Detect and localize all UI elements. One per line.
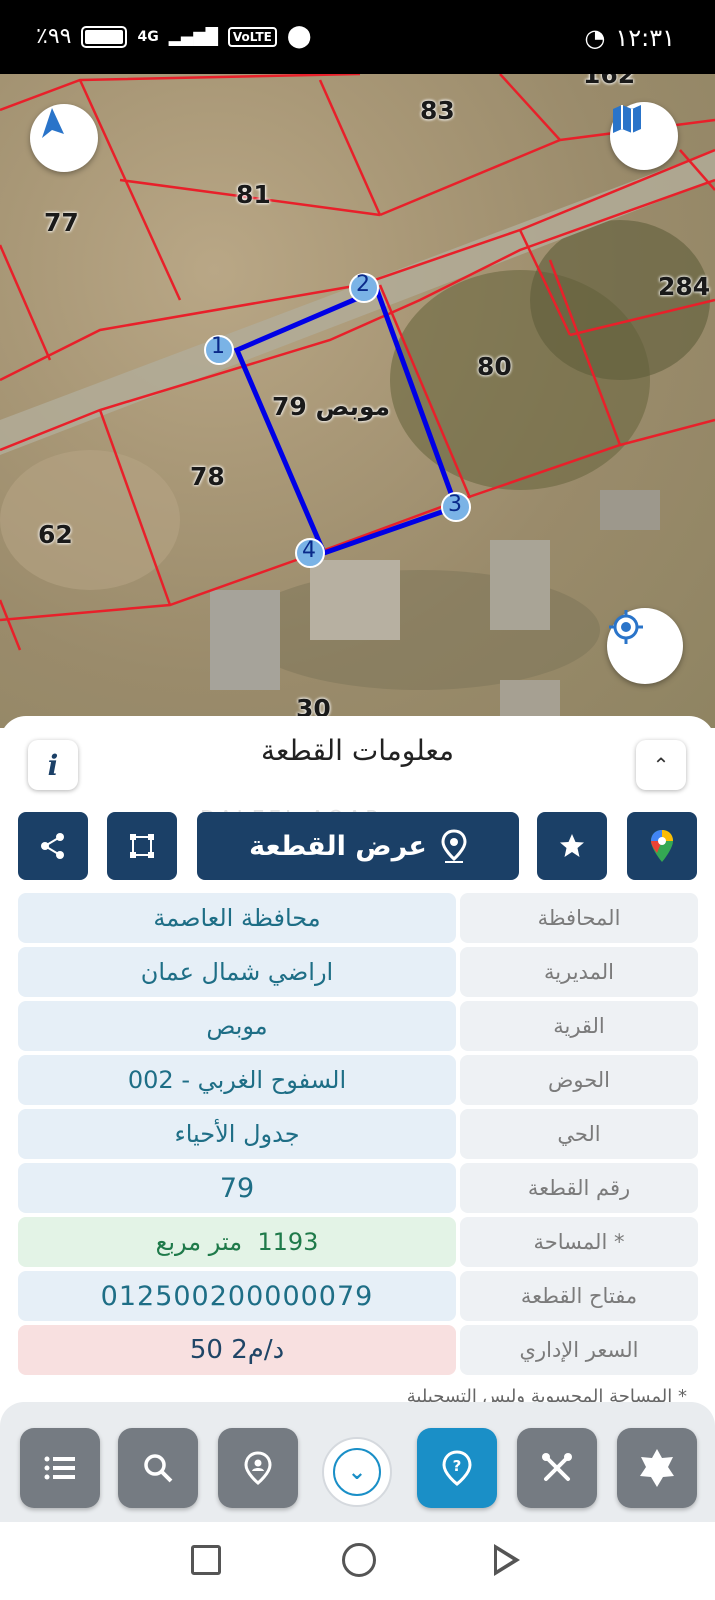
chevron-down-icon: ⌄ bbox=[347, 1459, 367, 1485]
row-label: القرية bbox=[460, 1001, 698, 1051]
parcel-number: 81 bbox=[236, 180, 271, 209]
row-label: السعر الإداري bbox=[460, 1325, 698, 1375]
row-value: 1193 متر مربع bbox=[18, 1217, 456, 1267]
parcel-number: 78 bbox=[190, 462, 225, 491]
location-pin-icon bbox=[441, 829, 467, 863]
search-button[interactable] bbox=[118, 1428, 198, 1508]
info-row-parcel-number: 79 رقم القطعة bbox=[18, 1163, 698, 1213]
expand-toolbar-button[interactable]: ⌄ bbox=[322, 1437, 392, 1507]
row-value: جدول الأحياء bbox=[18, 1109, 456, 1159]
row-value: موبص bbox=[18, 1001, 456, 1051]
battery-percent: ٪٩٩ bbox=[36, 24, 72, 49]
info-row-parcel-key: 012500200000079 مفتاح القطعة bbox=[18, 1271, 698, 1321]
location-status-icon: ⬤ bbox=[286, 24, 312, 49]
compass-icon bbox=[42, 108, 64, 138]
parcel-number: 284 bbox=[658, 272, 711, 301]
network-type: 4G bbox=[137, 28, 159, 45]
info-row-basin: السفوح الغربي - 002 الحوض bbox=[18, 1055, 698, 1105]
google-maps-icon bbox=[651, 830, 673, 862]
share-icon bbox=[41, 833, 64, 859]
polygon-button[interactable] bbox=[107, 812, 177, 880]
info-row-village: موبص القرية bbox=[18, 1001, 698, 1051]
search-icon bbox=[144, 1454, 173, 1483]
parcel-number: 83 bbox=[420, 96, 455, 125]
info-button[interactable]: i bbox=[28, 740, 78, 790]
map-layers-button[interactable] bbox=[610, 102, 678, 170]
list-icon bbox=[44, 1456, 75, 1480]
info-row-governorate: محافظة العاصمة المحافظة bbox=[18, 893, 698, 943]
row-value: 012500200000079 bbox=[18, 1271, 456, 1321]
row-label: مفتاح القطعة bbox=[460, 1271, 698, 1321]
compass-button[interactable] bbox=[30, 104, 98, 172]
row-value: السفوح الغربي - 002 bbox=[18, 1055, 456, 1105]
parcel-query-button[interactable]: ? bbox=[417, 1428, 497, 1508]
panel-title: معلومات القطعة bbox=[261, 734, 454, 767]
row-label: المديرية bbox=[460, 947, 698, 997]
collapse-panel-button[interactable]: ⌃ bbox=[636, 740, 686, 790]
favorite-button[interactable] bbox=[537, 812, 607, 880]
home-button[interactable] bbox=[342, 1543, 376, 1577]
parcel-number: 62 bbox=[38, 520, 73, 549]
svg-text:?: ? bbox=[453, 1457, 462, 1475]
google-maps-button[interactable] bbox=[627, 812, 697, 880]
tools-button[interactable] bbox=[517, 1428, 597, 1508]
selected-parcel-label: موبص 79 bbox=[272, 392, 391, 421]
help-pin-icon: ? bbox=[442, 1450, 472, 1486]
badge-star-icon bbox=[640, 1449, 674, 1487]
row-value: محافظة العاصمة bbox=[18, 893, 456, 943]
info-row-directorate: اراضي شمال عمان المديرية bbox=[18, 947, 698, 997]
row-value: 79 bbox=[18, 1163, 456, 1213]
parcel-number: 77 bbox=[44, 208, 79, 237]
list-button[interactable] bbox=[20, 1428, 100, 1508]
system-navigation-bar bbox=[0, 1522, 715, 1600]
status-bar: ٪٩٩ 4G ▂▄▆█ VoLTE ⬤ ◔ ١٢:٣١ bbox=[0, 0, 715, 74]
corner-label: 4 bbox=[302, 538, 316, 563]
recent-apps-button[interactable] bbox=[191, 1545, 221, 1575]
person-location-button[interactable] bbox=[218, 1428, 298, 1508]
parcel-number: 80 bbox=[477, 352, 512, 381]
row-label: الحي bbox=[460, 1109, 698, 1159]
map-icon bbox=[613, 105, 641, 133]
clock-status-icon: ◔ bbox=[584, 24, 606, 52]
volte-badge: VoLTE bbox=[227, 26, 277, 47]
info-row-area: 1193 متر مربع المساحة * bbox=[18, 1217, 698, 1267]
chevron-up-icon: ⌃ bbox=[652, 753, 670, 777]
row-label: رقم القطعة bbox=[460, 1163, 698, 1213]
locate-icon bbox=[609, 610, 643, 644]
info-row-neighborhood: جدول الأحياء الحي bbox=[18, 1109, 698, 1159]
polygon-icon bbox=[130, 834, 154, 858]
corner-label: 1 bbox=[211, 334, 225, 359]
parcel-number: 162 bbox=[583, 74, 636, 89]
row-value: اراضي شمال عمان bbox=[18, 947, 456, 997]
row-value: 50 د/م2 bbox=[18, 1325, 456, 1375]
star-icon bbox=[560, 834, 584, 857]
favorites-button[interactable] bbox=[617, 1428, 697, 1508]
row-label: الحوض bbox=[460, 1055, 698, 1105]
show-parcel-label: عرض القطعة bbox=[249, 830, 427, 862]
my-location-button[interactable] bbox=[607, 608, 683, 684]
signal-icon: ▂▄▆█ bbox=[168, 27, 218, 46]
info-icon: i bbox=[47, 748, 59, 782]
tools-icon bbox=[542, 1453, 572, 1481]
share-button[interactable] bbox=[18, 812, 88, 880]
corner-label: 3 bbox=[448, 492, 462, 517]
info-row-admin-price: 50 د/م2 السعر الإداري bbox=[18, 1325, 698, 1375]
show-parcel-button[interactable]: عرض القطعة bbox=[197, 812, 519, 880]
row-label: المحافظة bbox=[460, 893, 698, 943]
corner-label: 2 bbox=[356, 272, 370, 297]
satellite-map[interactable]: 1 2 3 4 162 83 77 81 284 80 78 62 30 موب… bbox=[0, 74, 715, 728]
row-label: المساحة * bbox=[460, 1217, 698, 1267]
person-pin-icon bbox=[244, 1451, 272, 1485]
time: ١٢:٣١ bbox=[615, 24, 675, 52]
battery-icon bbox=[81, 25, 128, 48]
